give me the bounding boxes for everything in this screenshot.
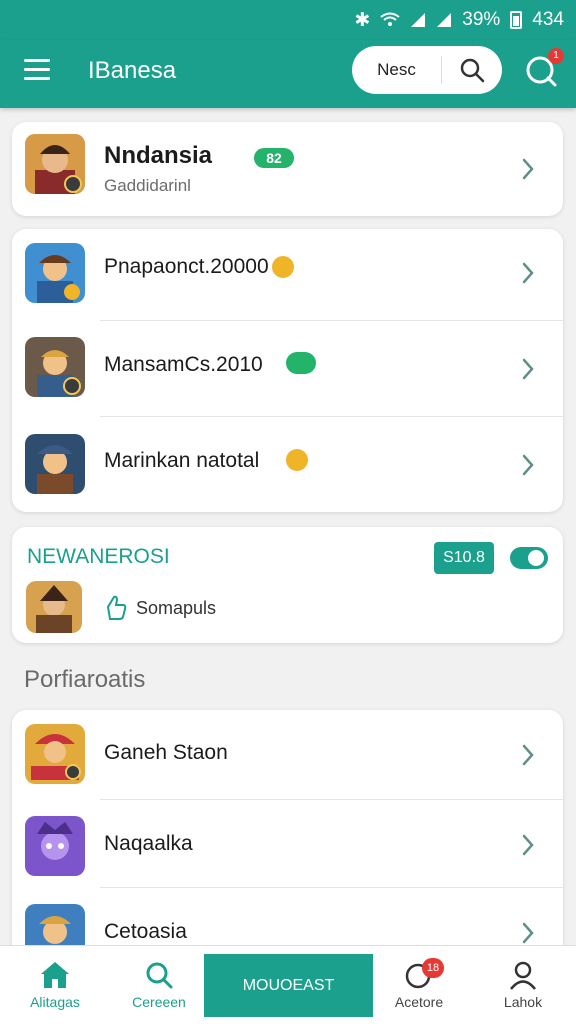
portfolio-row[interactable]: Naqaalka bbox=[12, 800, 563, 888]
status-bar: ✱ 39% 434 bbox=[0, 0, 576, 40]
game-avatar bbox=[25, 243, 85, 303]
check-badge-icon bbox=[286, 352, 316, 374]
chevron-right-icon[interactable] bbox=[518, 356, 538, 382]
news-item-label: Somapuls bbox=[136, 598, 217, 618]
profile-badge: 82 bbox=[254, 148, 294, 168]
bluetooth-icon: ✱ bbox=[354, 9, 371, 31]
portfolio-label: Naqaalka bbox=[104, 832, 193, 855]
game-avatar bbox=[25, 337, 85, 397]
portfolio-avatar bbox=[25, 724, 85, 784]
clock: 434 bbox=[532, 9, 564, 30]
search-icon bbox=[146, 962, 173, 989]
game-label: Marinkan natotal bbox=[104, 449, 260, 472]
nav-home-label: Alitagas bbox=[30, 994, 80, 1010]
activity-notification-badge: 18 bbox=[422, 958, 444, 978]
news-card[interactable]: NEWANEROSI S10.8 Somapuls bbox=[12, 527, 563, 643]
nav-center-button[interactable]: MOUOEAST bbox=[204, 954, 373, 1017]
app-bar: IBanesa Nesc 1 bbox=[0, 40, 576, 108]
toggle-switch[interactable] bbox=[510, 547, 548, 569]
profile-card[interactable]: Nndansia 82 Gaddidarinl bbox=[12, 122, 563, 216]
search-pill[interactable]: Nesc bbox=[352, 46, 502, 94]
battery-icon bbox=[510, 11, 523, 29]
chevron-right-icon[interactable] bbox=[518, 260, 538, 286]
battery-percent: 39% bbox=[462, 9, 501, 30]
search-pill-label[interactable]: Nesc bbox=[352, 56, 442, 84]
game-avatar bbox=[25, 434, 85, 494]
news-avatar bbox=[26, 581, 82, 633]
app-title: IBanesa bbox=[88, 57, 177, 84]
chevron-right-icon[interactable] bbox=[518, 920, 538, 946]
game-row[interactable]: MansamCs.2010 bbox=[12, 321, 563, 417]
game-label: Pnapaonct.20000 bbox=[104, 255, 269, 278]
hamburger-menu-icon[interactable] bbox=[24, 57, 54, 83]
profile-name: Nndansia bbox=[104, 142, 213, 169]
nav-home[interactable]: Alitagas bbox=[14, 946, 96, 1024]
game-list-card: Pnapaonct.20000 MansamCs.2010 Marinkan n… bbox=[12, 229, 563, 512]
game-row[interactable]: Pnapaonct.20000 bbox=[12, 229, 563, 321]
nav-profile[interactable]: Lahok bbox=[482, 946, 564, 1024]
nav-search-label: Cereeen bbox=[132, 994, 186, 1010]
portfolio-label: Cetoasia bbox=[104, 920, 187, 943]
chevron-right-icon[interactable] bbox=[518, 156, 538, 182]
user-icon bbox=[510, 961, 536, 990]
profile-avatar bbox=[25, 134, 85, 194]
signal-icon-2 bbox=[437, 13, 452, 27]
home-icon bbox=[41, 962, 69, 988]
news-price-badge[interactable]: S10.8 bbox=[434, 542, 494, 574]
nav-activity-label: Acetore bbox=[394, 994, 444, 1010]
portfolio-label: Ganeh Staon bbox=[104, 741, 228, 764]
nav-profile-label: Lahok bbox=[503, 994, 543, 1010]
game-row[interactable]: Marinkan natotal bbox=[12, 417, 563, 512]
chevron-right-icon[interactable] bbox=[518, 452, 538, 478]
bottom-navigation: Alitagas Cereeen MOUOEAST Acetore 18 Lah… bbox=[0, 945, 576, 1024]
game-label: MansamCs.2010 bbox=[104, 353, 263, 376]
verified-badge-icon bbox=[286, 449, 308, 471]
chevron-right-icon[interactable] bbox=[518, 742, 538, 768]
verified-badge-icon bbox=[272, 256, 294, 278]
chevron-right-icon[interactable] bbox=[518, 832, 538, 858]
news-title: NEWANEROSI bbox=[27, 545, 170, 568]
help-notification-badge: 1 bbox=[548, 48, 564, 64]
signal-icon bbox=[411, 13, 426, 27]
portfolio-list-card: Ganeh Staon Naqaalka Cetoasia bbox=[12, 710, 563, 960]
portfolio-row[interactable]: Ganeh Staon bbox=[12, 710, 563, 800]
nav-search[interactable]: Cereeen bbox=[118, 946, 200, 1024]
thumbs-up-icon[interactable] bbox=[104, 593, 128, 621]
nav-activity[interactable]: Acetore 18 bbox=[378, 946, 460, 1024]
search-icon[interactable] bbox=[442, 56, 502, 84]
portfolio-avatar bbox=[25, 816, 85, 876]
section-title: Porfiaroatis bbox=[24, 666, 146, 693]
wifi-icon bbox=[380, 12, 400, 26]
profile-subtitle: Gaddidarinl bbox=[104, 176, 191, 195]
